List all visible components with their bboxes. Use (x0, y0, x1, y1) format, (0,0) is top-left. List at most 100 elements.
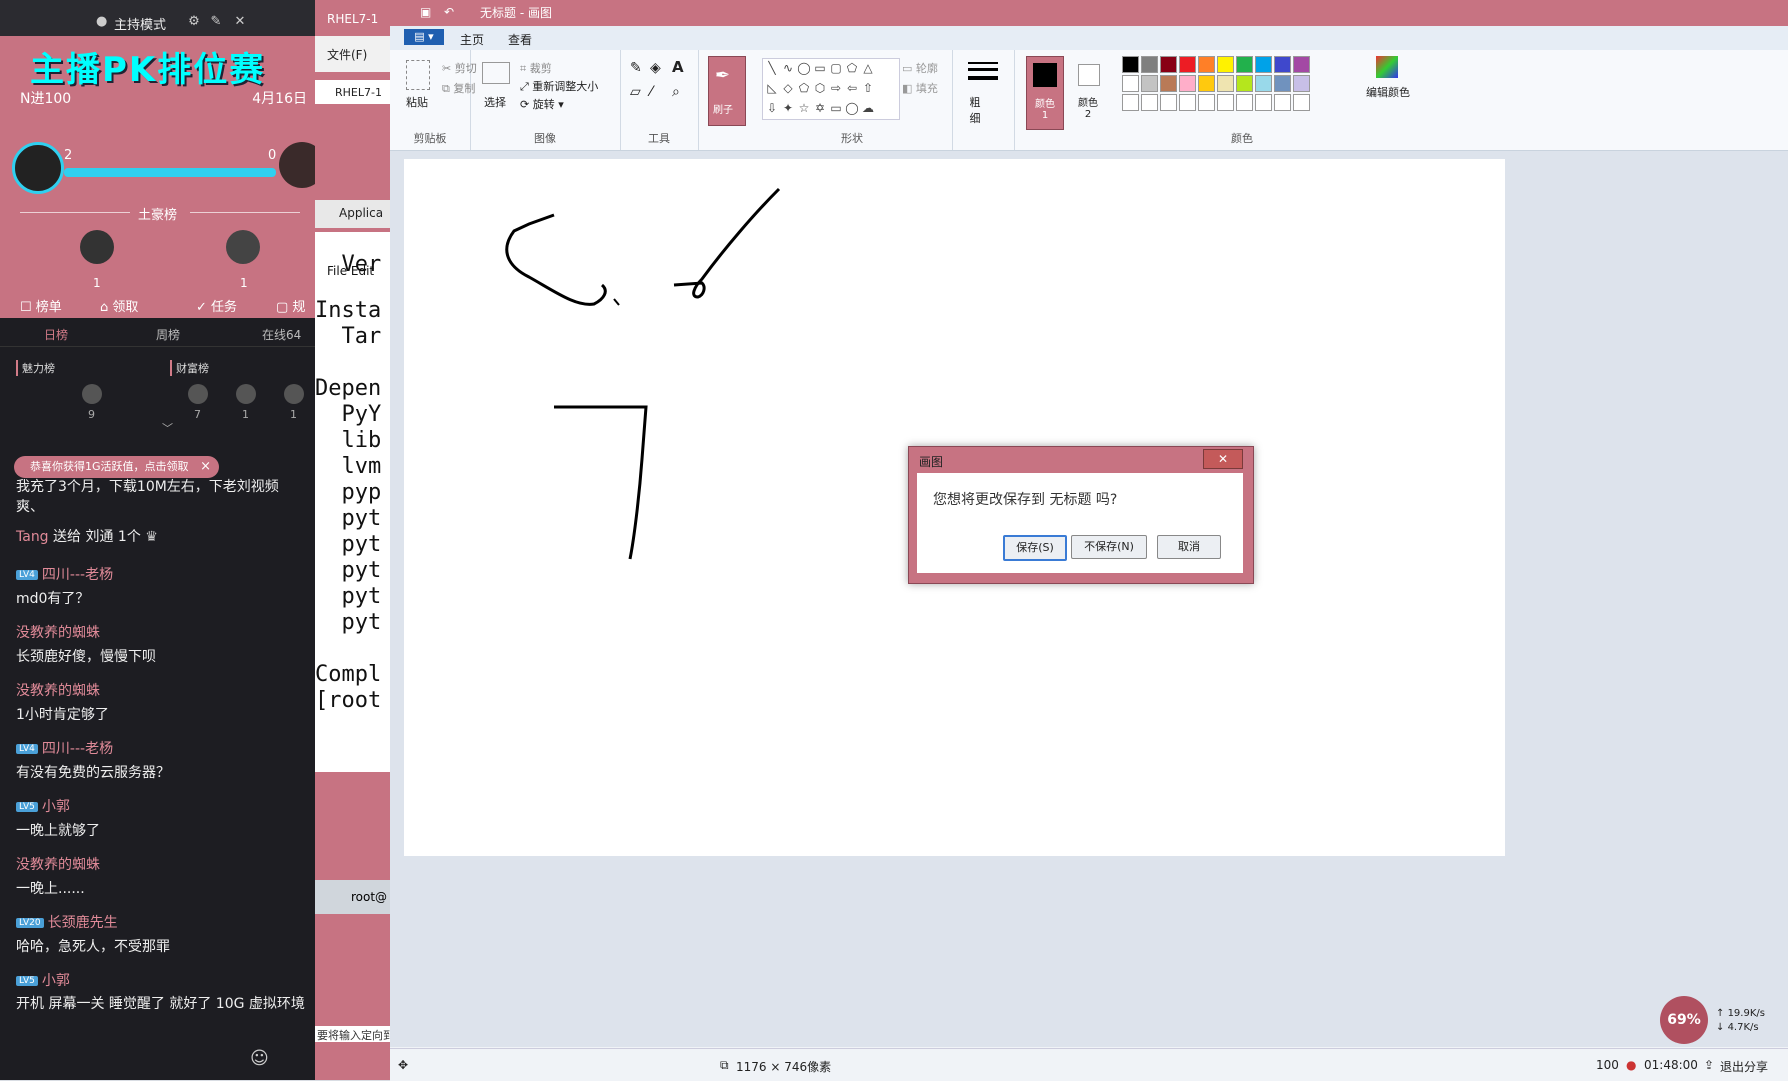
color-swatch[interactable] (1274, 56, 1291, 73)
tab-home[interactable]: 主页 (460, 31, 484, 48)
right-triangle-shape-icon[interactable]: ◺ (765, 81, 779, 95)
chat-username[interactable]: 四川---老杨 (42, 567, 113, 583)
hexagon-shape-icon[interactable]: ⬡ (813, 81, 827, 95)
close-icon[interactable]: × (200, 456, 211, 478)
cloud-callout-shape-icon[interactable]: ☁ (861, 101, 875, 115)
shapes-gallery[interactable]: ╲ ∿ ◯ ▭ ▢ ⬠ △ ◺ ◇ ⬠ ⬡ ⇨ ⇦ ⇧ ⇩ ✦ ☆ ✡ ▭ ◯ (762, 58, 900, 120)
color-swatch[interactable] (1179, 75, 1196, 92)
color-swatch[interactable] (1122, 56, 1139, 73)
color-swatch[interactable] (1293, 56, 1310, 73)
rectangle-shape-icon[interactable]: ▭ (813, 61, 827, 75)
select-button[interactable]: 选择 (484, 94, 506, 110)
color-swatch[interactable] (1255, 94, 1272, 111)
color-swatch[interactable] (1122, 75, 1139, 92)
fill-icon[interactable]: ◈ (650, 60, 661, 76)
undo-icon[interactable]: ↶ (444, 5, 454, 19)
avatar[interactable] (284, 384, 304, 404)
chat-username[interactable]: 小郭 (42, 973, 70, 989)
edit-icon[interactable]: ✎ (208, 14, 224, 30)
tab-rules[interactable]: ▢ 规 (276, 296, 305, 315)
color-swatch[interactable] (1160, 94, 1177, 111)
six-point-star-shape-icon[interactable]: ✡ (813, 101, 827, 115)
color-picker-icon[interactable]: ⁄ (650, 84, 652, 100)
color-swatch[interactable] (1274, 75, 1291, 92)
chat-username[interactable]: 长颈鹿先生 (48, 915, 118, 931)
chat-username[interactable]: 没教养的蜘蛛 (16, 622, 156, 642)
callout-shape-icon[interactable]: ▭ (829, 101, 843, 115)
color-swatch[interactable] (1160, 75, 1177, 92)
settings-icon[interactable]: ⚙ (186, 14, 202, 30)
color1-button[interactable]: 颜色 1 (1026, 56, 1064, 130)
triangle-shape-icon[interactable]: △ (861, 61, 875, 75)
cancel-button[interactable]: 取消 (1157, 535, 1221, 559)
emoji-icon[interactable]: ☺ (250, 1048, 269, 1069)
avatar[interactable] (188, 384, 208, 404)
chat-username[interactable]: 小郭 (42, 799, 70, 815)
exit-share-button[interactable]: 退出分享 (1720, 1058, 1768, 1075)
color-swatch[interactable] (1274, 94, 1291, 111)
pencil-icon[interactable]: ✎ (630, 60, 642, 76)
menu-file[interactable]: 文件(F) (327, 46, 367, 63)
oval-shape-icon[interactable]: ◯ (797, 61, 811, 75)
crop-button[interactable]: ⌗ 裁剪 (520, 60, 552, 76)
color-swatch[interactable] (1236, 75, 1253, 92)
color-swatch[interactable] (1179, 94, 1196, 111)
oval-callout-shape-icon[interactable]: ◯ (845, 101, 859, 115)
chat-username[interactable]: 没教养的蜘蛛 (16, 680, 109, 700)
dont-save-button[interactable]: 不保存(N) (1071, 535, 1147, 559)
reward-toast[interactable]: 恭喜你获得1G活跃值，点击领取 × (14, 456, 219, 478)
edit-colors-button[interactable]: 编辑颜色 (1366, 84, 1410, 100)
rounded-rectangle-shape-icon[interactable]: ▢ (829, 61, 843, 75)
color-swatch[interactable] (1255, 56, 1272, 73)
color-swatch[interactable] (1141, 75, 1158, 92)
save-icon[interactable]: ▣ (420, 5, 431, 19)
avatar[interactable] (12, 142, 64, 194)
network-widget[interactable]: 69% ↑ 19.9K/s ↓ 4.7K/s (1660, 996, 1770, 1046)
up-arrow-shape-icon[interactable]: ⇧ (861, 81, 875, 95)
avatar[interactable] (226, 230, 260, 264)
color-swatch[interactable] (1198, 75, 1215, 92)
close-icon[interactable]: ✕ (1203, 449, 1243, 469)
tab-tasks[interactable]: ✓ 任务 (196, 296, 237, 315)
diamond-shape-icon[interactable]: ◇ (781, 81, 795, 95)
color-swatch[interactable] (1198, 56, 1215, 73)
chat-username[interactable]: 四川---老杨 (42, 741, 113, 757)
select-icon[interactable] (482, 62, 510, 84)
tab-rhel7[interactable]: RHEL7-1 (315, 80, 395, 104)
color-swatch[interactable] (1293, 75, 1310, 92)
color-swatch[interactable] (1293, 94, 1310, 111)
paste-button[interactable]: 粘贴 (406, 94, 428, 110)
magnifier-icon[interactable]: ⌕ (672, 84, 680, 100)
close-icon[interactable]: ✕ (232, 14, 248, 30)
color-swatch[interactable] (1236, 56, 1253, 73)
color-swatch[interactable] (1236, 94, 1253, 111)
polygon-shape-icon[interactable]: ⬠ (845, 61, 859, 75)
tab-ranking[interactable]: ☐ 榜单 (20, 296, 62, 315)
avatar[interactable] (80, 230, 114, 264)
chat-username[interactable]: Tang (16, 529, 49, 545)
avatar[interactable] (82, 384, 102, 404)
color-swatch[interactable] (1255, 75, 1272, 92)
line-shape-icon[interactable]: ╲ (765, 61, 779, 75)
color2-button[interactable]: 颜色 2 (1070, 56, 1106, 128)
terminal-console[interactable]: File Edit Ver Insta Tar Depen PyY lib lv… (315, 232, 395, 772)
left-arrow-shape-icon[interactable]: ⇦ (845, 81, 859, 95)
color-swatch[interactable] (1217, 56, 1234, 73)
tab-view[interactable]: 查看 (508, 31, 532, 48)
chat-username[interactable]: 没教养的蜘蛛 (16, 854, 100, 874)
taskbar-root-item[interactable]: root@ (315, 880, 395, 914)
tab-claim[interactable]: ⌂ 领取 (100, 296, 138, 315)
fill-button[interactable]: ◧ 填充 (902, 80, 938, 96)
curve-shape-icon[interactable]: ∿ (781, 61, 795, 75)
five-point-star-shape-icon[interactable]: ☆ (797, 101, 811, 115)
right-arrow-shape-icon[interactable]: ⇨ (829, 81, 843, 95)
avatar[interactable] (279, 142, 315, 188)
tab-applications[interactable]: Applica (315, 200, 395, 228)
tab-daily[interactable]: 日榜 (44, 326, 68, 343)
brushes-button[interactable]: ✒ 刷子 (708, 56, 746, 126)
tab-weekly[interactable]: 周榜 (156, 326, 180, 343)
paste-icon[interactable] (406, 60, 430, 90)
color-swatch[interactable] (1141, 56, 1158, 73)
text-icon[interactable]: A (672, 58, 684, 76)
pentagon-shape-icon[interactable]: ⬠ (797, 81, 811, 95)
